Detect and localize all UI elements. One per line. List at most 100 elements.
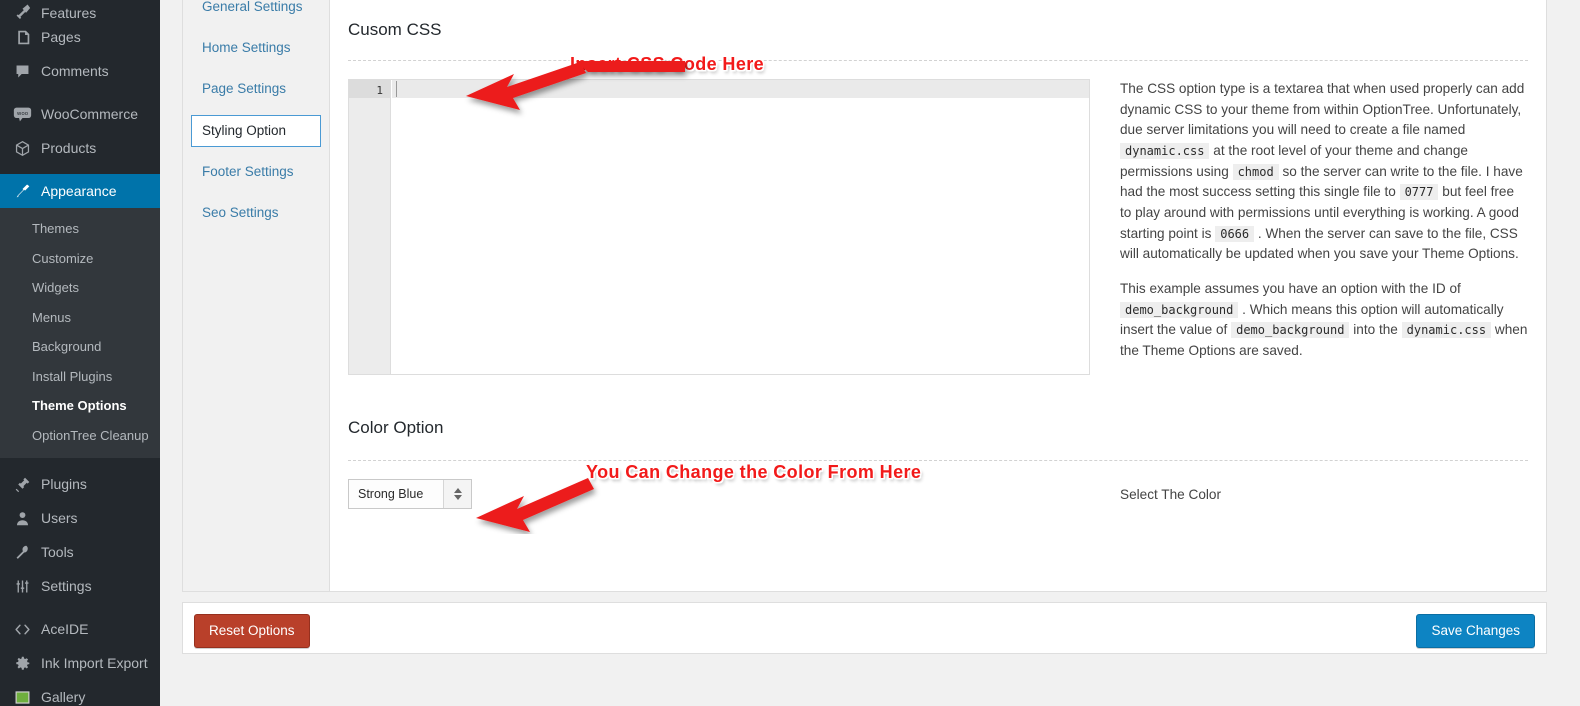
code-0777: 0777: [1399, 184, 1439, 201]
reset-options-button[interactable]: Reset Options: [194, 614, 310, 648]
sidebar-item-gallery[interactable]: Gallery: [0, 680, 160, 706]
sidebar-item-label: Appearance: [41, 183, 117, 199]
sidebar-item-label: Plugins: [41, 476, 87, 493]
sidebar-item-users[interactable]: Users: [0, 501, 160, 535]
code-0666: 0666: [1215, 225, 1255, 242]
products-icon: [12, 138, 32, 158]
editor-caret: [396, 81, 397, 97]
svg-text:woo: woo: [16, 111, 28, 117]
chevron-down-icon: [453, 495, 462, 500]
chevron-up-icon: [453, 488, 462, 493]
pin-icon: [12, 0, 32, 20]
code-dynamic-css-2: dynamic.css: [1401, 322, 1492, 339]
color-option-title: Color Option: [348, 418, 444, 437]
sidebar-item-label: Gallery: [41, 689, 86, 706]
settings-nav-home[interactable]: Home Settings: [191, 32, 321, 64]
settings-nav-page[interactable]: Page Settings: [191, 73, 321, 105]
plug-icon: [12, 474, 32, 494]
desc-text: into the: [1353, 322, 1398, 338]
pages-icon: [12, 27, 32, 47]
sidebar-item-products[interactable]: Products: [0, 131, 160, 165]
menu-separator: [0, 165, 160, 174]
save-changes-button[interactable]: Save Changes: [1416, 614, 1535, 648]
code-chmod: chmod: [1232, 163, 1279, 180]
sidebar-item-label: WooCommerce: [41, 106, 138, 122]
css-code-editor[interactable]: 1: [348, 79, 1090, 375]
submenu-item-widgets[interactable]: Widgets: [0, 273, 160, 303]
color-select-wrapper: Strong Blue: [348, 479, 1096, 509]
editor-gutter: 1: [349, 80, 391, 374]
desc-text: The CSS option type is a textarea that w…: [1120, 81, 1525, 138]
code-demo-background-1: demo_background: [1120, 301, 1239, 318]
sidebar-item-label: Ink Import Export: [41, 655, 148, 672]
admin-sidebar: Features Pages Comments woo WooCommerce: [0, 0, 160, 706]
sidebar-item-ink-import-export[interactable]: Ink Import Export: [0, 646, 160, 680]
sidebar-item-appearance[interactable]: Appearance: [0, 174, 160, 208]
tools-icon: [12, 542, 32, 562]
submenu-item-theme-options[interactable]: Theme Options: [0, 391, 160, 421]
color-description: Select The Color: [1120, 487, 1221, 502]
section-divider: [348, 60, 1528, 61]
submenu-item-menus[interactable]: Menus: [0, 303, 160, 333]
submenu-item-background[interactable]: Background: [0, 332, 160, 362]
css-editor-wrapper: 1: [348, 79, 1096, 375]
submenu-item-themes[interactable]: Themes: [0, 214, 160, 244]
woocommerce-icon: woo: [12, 104, 32, 124]
sidebar-item-label: Tools: [41, 544, 74, 561]
code-icon: [12, 619, 32, 639]
gear-icon: [12, 653, 32, 673]
sidebar-item-plugins[interactable]: Plugins: [0, 467, 160, 501]
stepper-arrows-icon[interactable]: [443, 480, 471, 508]
page-body: General Settings Home Settings Page Sett…: [160, 0, 1580, 706]
sidebar-item-pages[interactable]: Pages: [0, 20, 160, 54]
section-divider-2: [348, 460, 1528, 461]
theme-options-panel: General Settings Home Settings Page Sett…: [182, 0, 1547, 592]
sidebar-item-label: Features: [41, 5, 97, 21]
sidebar-item-tools[interactable]: Tools: [0, 535, 160, 569]
color-select-value: Strong Blue: [358, 487, 424, 501]
sidebar-item-features[interactable]: Features: [0, 0, 160, 20]
css-description-paragraph-1: The CSS option type is a textarea that w…: [1120, 79, 1528, 265]
settings-nav-styling[interactable]: Styling Option: [191, 114, 321, 147]
menu-separator: [0, 458, 160, 467]
settings-nav-seo[interactable]: Seo Settings: [191, 197, 321, 229]
settings-content: Cusom CSS 1 The CSS option type is a tex…: [330, 0, 1546, 591]
css-description-paragraph-2: This example assumes you have an option …: [1120, 279, 1528, 362]
submenu-item-optiontree-cleanup[interactable]: OptionTree Cleanup: [0, 421, 160, 451]
css-option-row: 1 The CSS option type is a textarea that…: [348, 79, 1528, 375]
settings-nav-footer[interactable]: Footer Settings: [191, 156, 321, 188]
editor-active-line: [392, 80, 1089, 98]
screen: Features Pages Comments woo WooCommerce: [0, 0, 1580, 706]
menu-separator: [0, 88, 160, 97]
sidebar-item-label: AceIDE: [41, 621, 89, 638]
code-demo-background-2: demo_background: [1231, 322, 1350, 339]
sidebar-item-label: Users: [41, 510, 78, 527]
users-icon: [12, 508, 32, 528]
settings-nav-general[interactable]: General Settings: [191, 0, 321, 23]
appearance-submenu: Themes Customize Widgets Menus Backgroun…: [0, 208, 160, 459]
comments-icon: [12, 61, 32, 81]
css-description: The CSS option type is a textarea that w…: [1096, 79, 1528, 375]
settings-icon: [12, 576, 32, 596]
sidebar-item-comments[interactable]: Comments: [0, 54, 160, 88]
sidebar-item-aceide[interactable]: AceIDE: [0, 612, 160, 646]
color-select[interactable]: Strong Blue: [348, 479, 472, 509]
color-description-wrapper: Select The Color: [1096, 479, 1528, 509]
code-dynamic-css: dynamic.css: [1120, 142, 1210, 159]
submenu-item-customize[interactable]: Customize: [0, 244, 160, 274]
editor-line-number: 1: [349, 80, 390, 98]
gallery-icon: [12, 687, 32, 706]
sidebar-item-label: Pages: [41, 29, 81, 45]
desc-text: This example assumes you have an option …: [1120, 280, 1461, 296]
page-title: Cusom CSS: [348, 20, 442, 39]
menu-separator: [0, 603, 160, 612]
appearance-icon: [12, 181, 32, 201]
sidebar-item-woocommerce[interactable]: woo WooCommerce: [0, 97, 160, 131]
color-option-row: Strong Blue Select The Color: [348, 479, 1528, 509]
sidebar-item-settings[interactable]: Settings: [0, 569, 160, 603]
submenu-item-install-plugins[interactable]: Install Plugins: [0, 362, 160, 392]
settings-nav: General Settings Home Settings Page Sett…: [183, 0, 330, 591]
sidebar-item-label: Settings: [41, 578, 92, 595]
sidebar-item-label: Comments: [41, 63, 109, 79]
action-bar: Reset Options Save Changes: [182, 602, 1547, 654]
